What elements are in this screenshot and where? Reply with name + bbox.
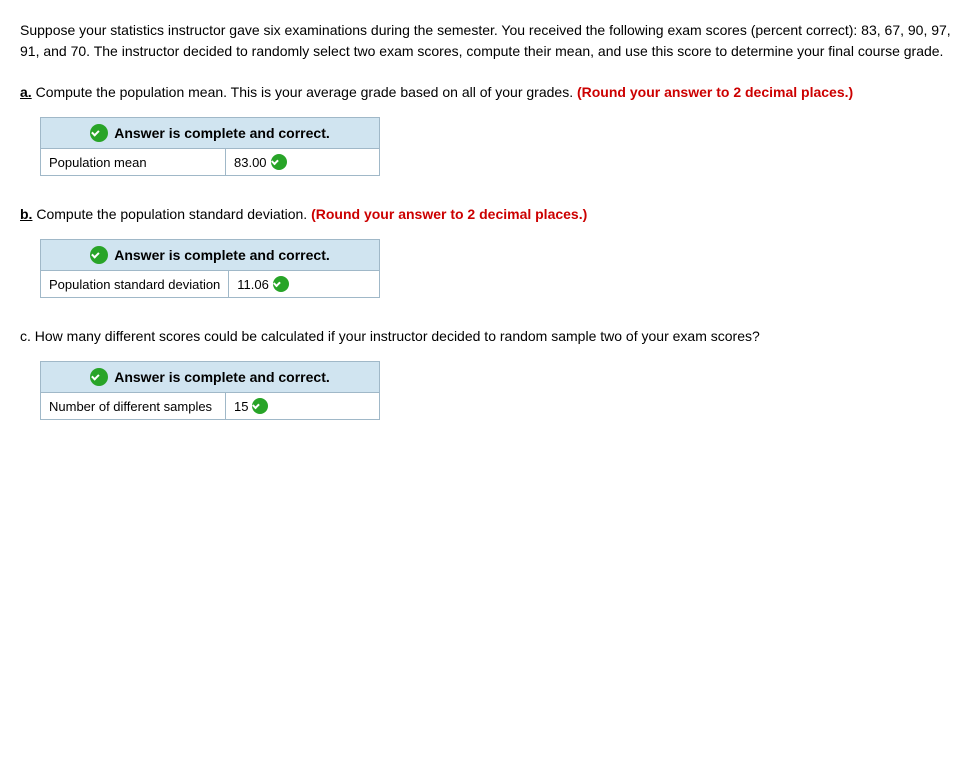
question-c: c. How many different scores could be ca… [20,326,954,420]
answer-header-c-text: Answer is complete and correct. [114,369,330,385]
answer-row-b: Population standard deviation 11.06 [41,271,379,297]
answer-value-a-text: 83.00 [234,155,267,170]
answer-row-a: Population mean 83.00 [41,149,379,175]
question-b-round-note: (Round your answer to 2 decimal places.) [311,206,587,222]
question-c-label: c. How many different scores could be ca… [20,326,954,347]
answer-header-c: Answer is complete and correct. [41,362,379,393]
answer-value-c: 15 [226,393,276,419]
check-icon-c [90,368,108,386]
question-a: a. Compute the population mean. This is … [20,82,954,176]
answer-header-b: Answer is complete and correct. [41,240,379,271]
question-b-label: b. Compute the population standard devia… [20,204,954,225]
question-b: b. Compute the population standard devia… [20,204,954,298]
answer-header-b-text: Answer is complete and correct. [114,247,330,263]
value-check-b [273,276,289,292]
answer-value-b-text: 11.06 [237,277,269,292]
answer-value-c-text: 15 [234,399,248,414]
answer-box-b: Answer is complete and correct. Populati… [40,239,380,298]
question-b-text: Compute the population standard deviatio… [36,206,311,222]
question-c-text: How many different scores could be calcu… [35,328,760,344]
answer-value-a: 83.00 [226,149,295,175]
part-c-letter: c. [20,328,31,344]
answer-label-a: Population mean [41,149,226,175]
answer-label-b: Population standard deviation [41,271,229,297]
check-icon-a [90,124,108,142]
intro-paragraph: Suppose your statistics instructor gave … [20,20,954,62]
value-check-a [271,154,287,170]
question-a-text: Compute the population mean. This is you… [36,84,577,100]
answer-box-c: Answer is complete and correct. Number o… [40,361,380,420]
question-a-round-note: (Round your answer to 2 decimal places.) [577,84,853,100]
answer-header-a: Answer is complete and correct. [41,118,379,149]
check-icon-b [90,246,108,264]
value-check-c [252,398,268,414]
question-a-label: a. Compute the population mean. This is … [20,82,954,103]
part-a-letter: a. [20,84,32,100]
answer-header-a-text: Answer is complete and correct. [114,125,330,141]
answer-value-b: 11.06 [229,271,297,297]
answer-label-c: Number of different samples [41,393,226,419]
part-b-letter: b. [20,206,32,222]
answer-box-a: Answer is complete and correct. Populati… [40,117,380,176]
answer-row-c: Number of different samples 15 [41,393,379,419]
